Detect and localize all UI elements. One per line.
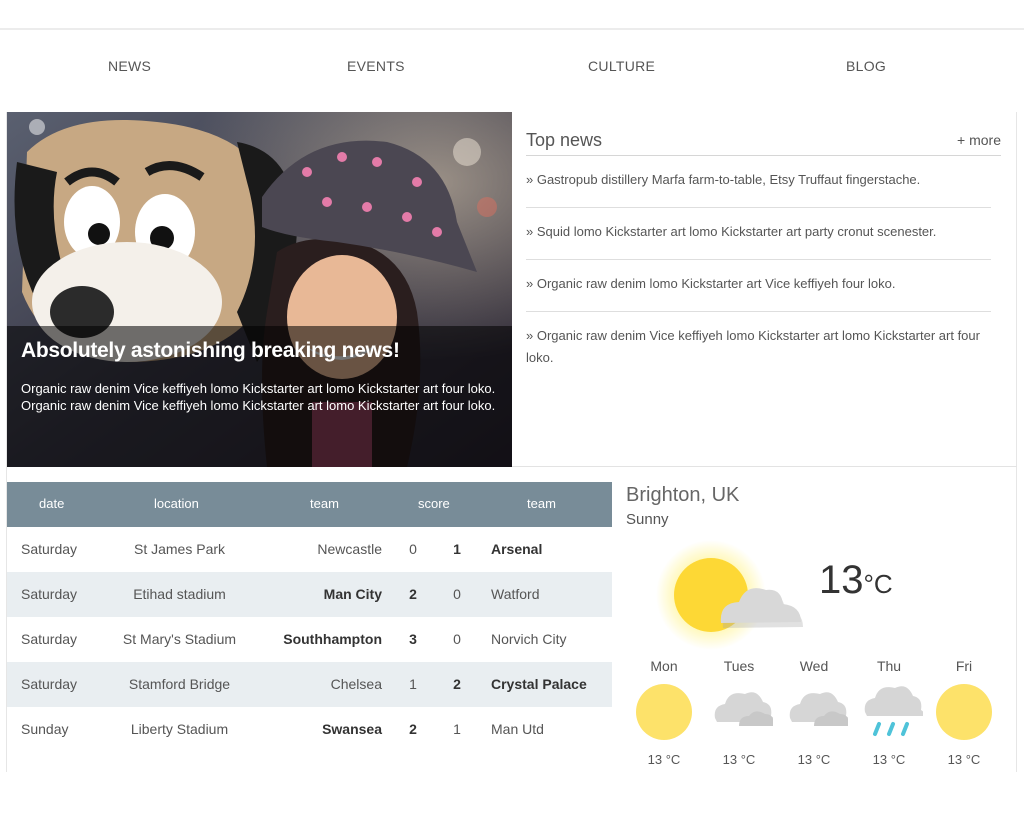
cell-away-score: 1 [453,721,461,737]
cloud-icon [714,692,773,726]
cell-location: Etihad stadium [133,586,226,602]
cell-away: Watford [491,586,540,602]
forecast-temp: 13 °C [947,752,981,767]
forecast-temp: 13 °C [722,752,756,767]
header-score: score [418,496,450,511]
header-date: date [39,496,65,511]
forecast-temp: 13 °C [797,752,831,767]
news-item[interactable]: » Gastropub distillery Marfa farm-to-tab… [526,169,991,191]
nav-culture[interactable]: CULTURE [588,58,655,74]
hero-story[interactable]: Absolutely astonishing breaking news! Or… [7,112,512,467]
table-row[interactable]: Saturday St Mary's Stadium Southhampton 3 0 N… [7,617,612,662]
forecast-day: Mon [650,658,678,674]
cell-home-score: 3 [409,631,417,647]
cell-home: Southhampton [283,631,382,647]
top-news-panel: Top news + more » Gastropub distillery M… [526,112,1001,467]
news-item[interactable]: » Squid lomo Kickstarter art lomo Kickst… [526,221,991,243]
cell-location: Stamford Bridge [128,676,231,692]
cell-home-score: 2 [409,586,417,602]
top-news-rule [526,155,1001,156]
forecast-temp: 13 °C [872,752,906,767]
weather-city: Brighton, UK [626,484,740,506]
table-header: date location team score team [7,482,612,527]
cell-away-score: 0 [453,631,461,647]
nav-blog[interactable]: BLOG [846,58,886,74]
main-nav: NEWS EVENTS CULTURE BLOG [0,58,1024,80]
cell-away: Arsenal [491,541,543,557]
header-location: location [154,496,199,511]
cell-home: Swansea [322,721,382,737]
cell-away-score: 2 [453,676,461,692]
temperature-unit: °C [863,569,893,599]
forecast-temp: 13 °C [647,752,681,767]
cell-home: Chelsea [330,676,382,692]
sun-icon [936,684,992,740]
current-temperature: 13°C [819,558,893,603]
more-news-link[interactable]: + more [957,132,1001,148]
hero-summary: Organic raw denim Vice keffiyeh lomo Kic… [21,381,496,413]
news-item[interactable]: » Organic raw denim Vice keffiyeh lomo K… [526,325,991,369]
cell-location: St James Park [133,541,226,557]
nav-events[interactable]: EVENTS [347,58,405,74]
cell-away-score: 1 [453,541,461,557]
cell-away-score: 0 [453,586,461,602]
nav-news[interactable]: NEWS [108,58,151,74]
cell-location: St Mary's Stadium [122,631,237,647]
weather-condition: Sunny [626,511,669,528]
cell-home: Newcastle [317,541,382,557]
header-away-team: team [527,496,556,511]
sun-cloud-icon [656,540,803,650]
cloud-icon [789,692,848,726]
table-row[interactable]: Saturday Etihad stadium Man City 2 0 Watford [7,572,612,617]
hero-title[interactable]: Absolutely astonishing breaking news! [21,339,501,363]
temperature-value: 13 [819,558,864,602]
table-row[interactable]: Saturday Stamford Bridge Chelsea 1 2 Crystal … [7,662,612,707]
weather-widget: Brighton, UK Sunny 13°C Mon 13 °C Tues 13 °… [626,482,1016,772]
sun-icon [636,684,692,740]
cell-away: Man Utd [491,721,544,737]
forecast-day: Tues [723,658,755,674]
cell-home: Man City [323,586,382,602]
forecast-day: Fri [955,658,973,674]
rain-icon [864,686,923,736]
top-divider [0,28,1024,30]
forecast-day: Thu [876,658,902,674]
header-home-team: team [310,496,339,511]
table-row[interactable]: Saturday St James Park Newcastle 0 1 Arsenal [7,527,612,572]
top-news-title: Top news [526,130,603,150]
news-divider [526,259,991,260]
cell-home-score: 2 [409,721,417,737]
forecast-day: Wed [799,658,829,674]
cell-home-score: 0 [409,541,417,557]
cell-location: Liberty Stadium [130,721,229,737]
news-divider [526,207,991,208]
cell-away: Norvich City [491,631,567,647]
news-item[interactable]: » Organic raw denim lomo Kickstarter art… [526,273,991,295]
news-divider [526,311,991,312]
cell-away: Crystal Palace [491,676,587,692]
table-row[interactable]: Sunday Liberty Stadium Swansea 2 1 Man Utd [7,707,612,752]
cell-home-score: 1 [409,676,417,692]
panel-border-right [1016,112,1017,772]
